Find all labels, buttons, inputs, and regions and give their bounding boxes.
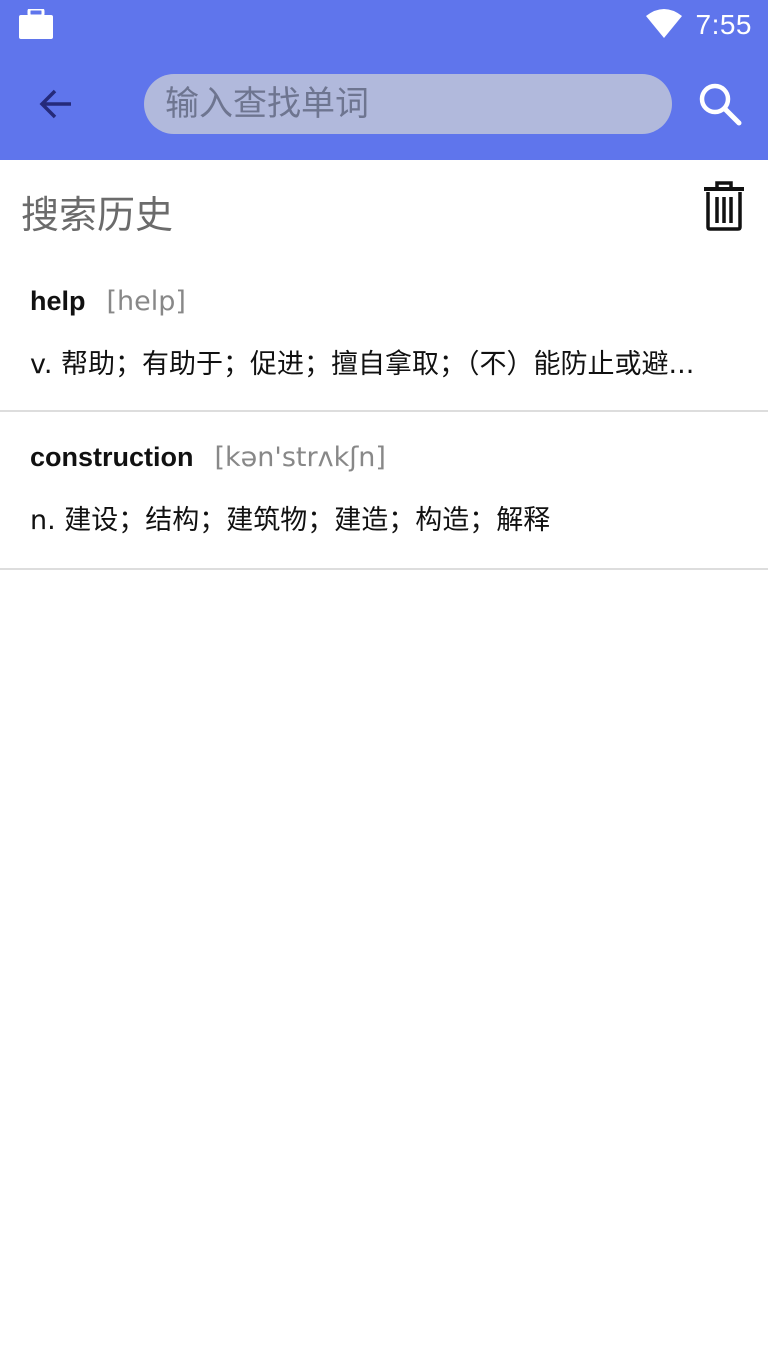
app-bar [0,50,768,160]
status-right: 7:55 [645,6,753,44]
history-list: help [help] v. 帮助；有助于；促进；擅自拿取；（不）能防止或避..… [0,256,768,570]
clear-history-button[interactable] [696,180,752,236]
briefcase-icon [19,7,53,39]
history-header: 搜索历史 [0,160,768,256]
definition: v. 帮助；有助于；促进；擅自拿取；（不）能防止或避... [30,349,695,380]
arrow-left-icon [38,86,74,127]
history-title: 搜索历史 [21,193,174,237]
word-line: help [help] [30,286,186,322]
phonetic: [help] [106,286,186,317]
status-bar: 7:55 [0,0,768,50]
search-input[interactable] [165,84,672,124]
search-icon [698,82,742,131]
history-item[interactable]: construction [kən'strʌkʃn] n. 建设；结构；建筑物；… [0,412,768,570]
word: construction [30,442,194,472]
trash-icon [702,180,746,236]
wifi-icon [645,8,682,43]
search-box[interactable] [144,74,672,134]
status-time: 7:55 [695,9,752,40]
search-button[interactable] [690,76,750,136]
word: help [30,286,86,316]
back-button[interactable] [28,78,84,134]
history-item[interactable]: help [help] v. 帮助；有助于；促进；擅自拿取；（不）能防止或避..… [0,256,768,412]
word-line: construction [kən'strʌkʃn] [30,442,386,478]
definition: n. 建设；结构；建筑物；建造；构造；解释 [30,505,551,536]
phonetic: [kən'strʌkʃn] [214,442,386,473]
